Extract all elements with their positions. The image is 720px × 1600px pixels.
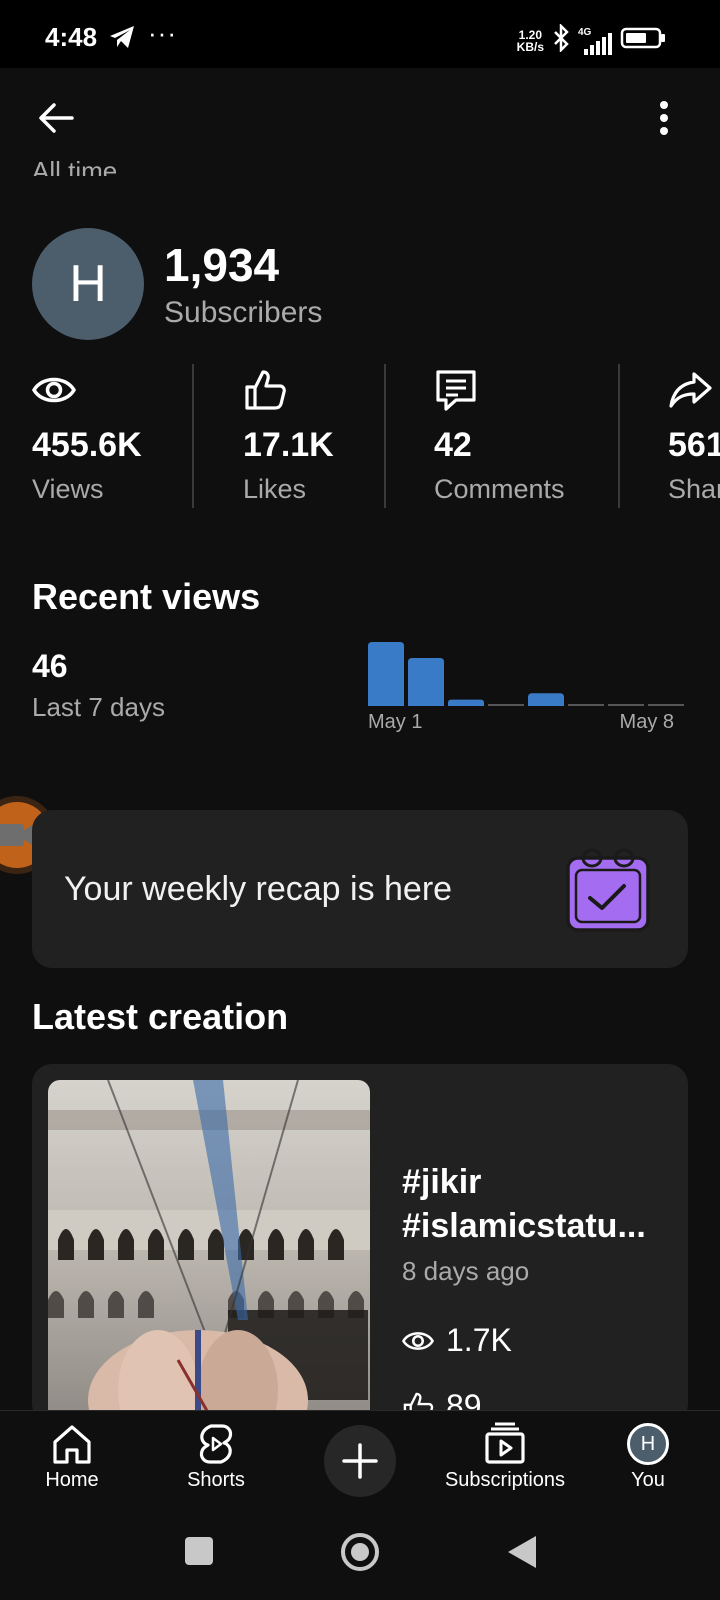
calendar-check-icon xyxy=(562,840,654,936)
eye-icon xyxy=(402,1331,434,1350)
nav-subscriptions[interactable]: Subscriptions xyxy=(440,1421,570,1492)
stat-label: Shares xyxy=(668,474,720,504)
plus-icon xyxy=(342,1443,378,1479)
stat-value: 455.6K xyxy=(32,426,142,464)
weekly-recap-card[interactable]: Your weekly recap is here xyxy=(32,810,688,968)
shorts-icon xyxy=(166,1421,266,1467)
subscriptions-icon xyxy=(440,1421,570,1467)
chart-bar xyxy=(408,658,444,706)
latest-video-card[interactable]: #jikir #islamicstatu... 8 days ago 1.7K … xyxy=(32,1064,688,1424)
chart-baseline-segment xyxy=(568,704,604,706)
back-system-button[interactable] xyxy=(506,1534,538,1570)
stat-value: 561 xyxy=(668,426,720,464)
net-speed: 1.20 KB/s xyxy=(517,29,544,53)
more-vert-icon xyxy=(660,101,668,135)
chart-baseline-segment xyxy=(608,704,644,706)
stat-label: Comments xyxy=(434,474,565,504)
nav-you-avatar-wrap: H xyxy=(598,1421,698,1467)
create-button[interactable] xyxy=(324,1425,396,1497)
channel-avatar[interactable]: H xyxy=(32,228,144,340)
square-icon xyxy=(185,1537,213,1565)
recent-views-value: 46 xyxy=(32,648,68,684)
home-system-button[interactable] xyxy=(340,1532,380,1572)
stats-row: 455.6K Views 17.1K Likes 42 Comments 561… xyxy=(0,364,720,508)
telegram-icon xyxy=(108,24,136,55)
nav-subscriptions-label: Subscriptions xyxy=(444,1469,566,1491)
arrow-left-icon xyxy=(39,103,74,133)
system-nav-bar xyxy=(0,1506,720,1600)
stat-divider xyxy=(384,364,386,508)
recent-views-title: Recent views xyxy=(32,576,261,617)
thumbs-up-icon xyxy=(243,368,287,412)
video-thumbnail[interactable] xyxy=(48,1080,370,1424)
you-avatar-letter: H xyxy=(640,1432,656,1455)
status-time: 4:48 xyxy=(45,22,98,52)
share-icon xyxy=(668,368,712,412)
video-views: 1.7K xyxy=(402,1322,512,1359)
chart-bar xyxy=(528,693,564,706)
home-icon xyxy=(22,1421,122,1467)
nav-you-label: You xyxy=(631,1469,665,1491)
chart-bar xyxy=(368,642,404,706)
recents-button[interactable] xyxy=(184,1536,214,1566)
subscribers-count: 1,934 xyxy=(164,239,280,291)
stat-label: Views xyxy=(32,474,104,504)
bottom-nav: Home Shorts Subscriptions H You xyxy=(0,1410,720,1507)
bluetooth-icon xyxy=(552,22,570,57)
signal-icon: 4G xyxy=(578,27,612,55)
subscribers-label: Subscribers xyxy=(164,296,323,329)
recent-views-chart-svg: May 1 May 8 xyxy=(368,642,684,733)
eye-icon xyxy=(31,368,77,412)
chart-baseline-segment xyxy=(488,704,524,706)
battery-icon xyxy=(620,26,668,55)
stat-divider xyxy=(618,364,620,508)
recent-views-period: Last 7 days xyxy=(32,692,165,722)
stat-value: 42 xyxy=(434,426,472,464)
nav-home-label: Home xyxy=(45,1469,99,1491)
status-bar: 4:48 ··· 1.20 KB/s 4G xyxy=(0,0,720,68)
network-type: 4G xyxy=(578,26,592,38)
period-label: All time xyxy=(32,156,118,176)
chart-baseline-segment xyxy=(648,704,684,706)
net-speed-unit: KB/s xyxy=(516,39,544,54)
triangle-back-icon xyxy=(508,1536,536,1568)
chart-bar xyxy=(448,699,484,706)
more-notifications-icon: ··· xyxy=(148,18,177,48)
weekly-recap-text: Your weekly recap is here xyxy=(64,870,453,908)
video-age: 8 days ago xyxy=(402,1256,530,1286)
circle-icon xyxy=(341,1533,379,1571)
more-options-button[interactable] xyxy=(642,96,686,140)
stat-divider xyxy=(192,364,194,508)
status-right-group: 1.20 KB/s 4G xyxy=(517,22,668,57)
comment-icon xyxy=(434,368,478,412)
avatar-letter: H xyxy=(69,255,107,313)
stat-value: 17.1K xyxy=(243,426,334,464)
recent-views-chart[interactable]: May 1 May 8 xyxy=(368,636,688,736)
you-avatar: H xyxy=(627,1423,669,1465)
net-speed-value: 1.20 xyxy=(518,27,542,42)
nav-shorts[interactable]: Shorts xyxy=(166,1421,266,1492)
nav-you[interactable]: H You xyxy=(598,1421,698,1492)
latest-creation-title: Latest creation xyxy=(32,996,289,1037)
video-views-value: 1.7K xyxy=(446,1322,512,1358)
video-title[interactable]: #jikir #islamicstatu... xyxy=(402,1160,672,1248)
chart-x-tick-label: May 8 xyxy=(620,711,674,733)
back-button[interactable] xyxy=(34,96,78,140)
chart-x-tick-label: May 1 xyxy=(368,711,422,733)
nav-shorts-label: Shorts xyxy=(187,1469,245,1491)
nav-home[interactable]: Home xyxy=(22,1421,122,1492)
stat-label: Likes xyxy=(243,474,307,504)
